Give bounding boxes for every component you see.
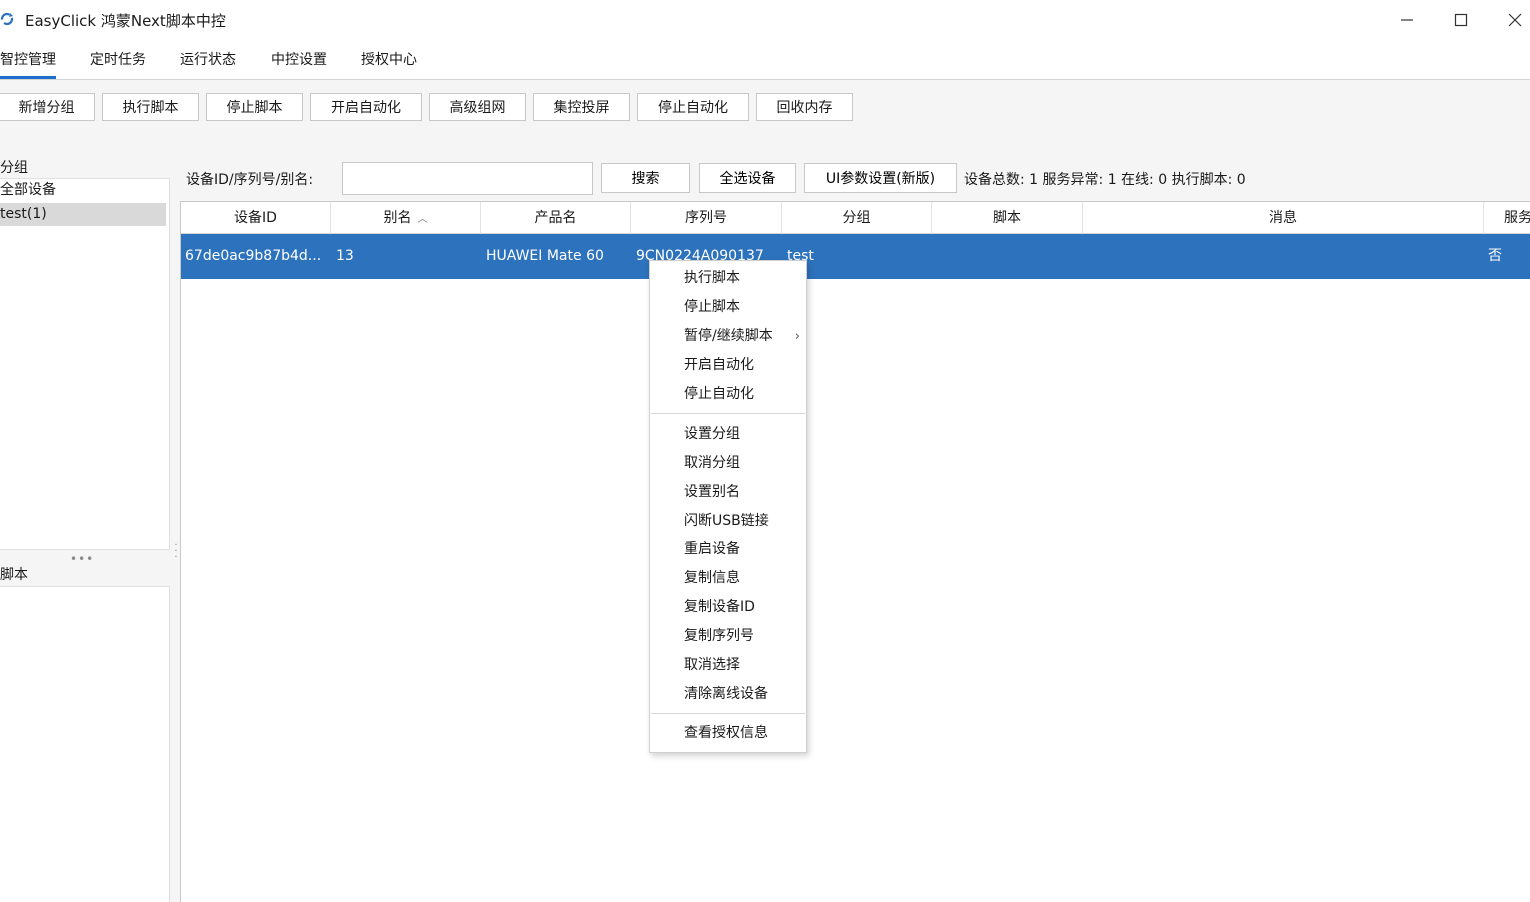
group-list: 全部设备 test(1) [0,178,170,550]
tab-scheduled-tasks[interactable]: 定时任务 [90,49,146,69]
maximize-button[interactable] [1434,0,1488,40]
menu-bar: 智控管理 定时任务 运行状态 中控设置 授权中心 [0,40,1530,80]
start-automation-button[interactable]: 开启自动化 [310,93,422,121]
menu-item-set-alias[interactable]: 设置别名 [650,478,806,507]
cell-alias: 13 [336,248,354,264]
chevron-right-icon: › [794,329,800,344]
splitter-grip-icon[interactable]: ••• [70,552,94,566]
context-menu: 执行脚本 停止脚本 暂停/继续脚本 › 开启自动化 停止自动化 设置分组 取消分… [649,260,807,753]
tab-smart-control[interactable]: 智控管理 [0,49,56,79]
group-item-all-devices[interactable]: 全部设备 [0,179,166,202]
cell-product: HUAWEI Mate 60 [486,248,604,264]
cell-device-id: 67de0ac9b87b4d... [185,248,322,264]
minimize-button[interactable] [1380,0,1434,40]
script-list [0,586,170,902]
stop-script-button[interactable]: 停止脚本 [206,93,303,121]
menu-item-view-license-info[interactable]: 查看授权信息 [650,719,806,748]
column-header-product[interactable]: 产品名 [481,202,631,234]
menu-item-pause-resume-script[interactable]: 暂停/继续脚本 › [650,322,806,351]
stop-automation-button[interactable]: 停止自动化 [637,93,749,121]
screen-cast-button[interactable]: 集控投屏 [533,93,630,121]
maximize-icon [1454,13,1468,27]
menu-item-stop-script[interactable]: 停止脚本 [650,293,806,322]
column-header-serial[interactable]: 序列号 [631,202,782,234]
main-area: 设备ID/序列号/别名: 搜索 全选设备 UI参数设置(新版) 设备总数: 1 … [178,140,1530,902]
menu-item-restart-device[interactable]: 重启设备 [650,535,806,564]
cell-script [937,234,1077,279]
search-input[interactable] [342,162,593,195]
tab-license-center[interactable]: 授权中心 [361,49,417,69]
title-bar: EasyClick 鸿蒙Next脚本中控 [0,0,1530,40]
close-button[interactable] [1488,0,1530,40]
script-panel-title: 脚本 [0,567,28,583]
column-header-script[interactable]: 脚本 [932,202,1083,234]
search-label: 设备ID/序列号/别名: [186,172,314,188]
menu-item-copy-device-id[interactable]: 复制设备ID [650,593,806,622]
toolbar: 新增分组 执行脚本 停止脚本 开启自动化 高级组网 集控投屏 停止自动化 回收内… [0,80,1530,140]
advanced-network-button[interactable]: 高级组网 [429,93,526,121]
column-header-device-id[interactable]: 设备ID [181,202,331,234]
menu-item-copy-info[interactable]: 复制信息 [650,564,806,593]
menu-item-cancel-selection[interactable]: 取消选择 [650,651,806,680]
device-table: 设备ID 别名 ︿ 产品名 序列号 分组 脚本 消息 服务 67de0ac9b87… [180,201,1530,902]
reclaim-memory-button[interactable]: 回收内存 [756,93,853,121]
left-panel: 分组 全部设备 test(1) ••• 脚本 [0,140,178,902]
menu-item-start-automation[interactable]: 开启自动化 [650,351,806,380]
column-header-alias[interactable]: 别名 ︿ [331,202,481,234]
run-script-button[interactable]: 执行脚本 [102,93,199,121]
menu-item-flash-usb[interactable]: 闪断USB链接 [650,507,806,536]
menu-item-stop-automation[interactable]: 停止自动化 [650,380,806,409]
menu-item-cancel-group[interactable]: 取消分组 [650,449,806,478]
column-header-service[interactable]: 服务 [1484,202,1530,234]
menu-item-copy-serial[interactable]: 复制序列号 [650,622,806,651]
column-header-group[interactable]: 分组 [782,202,932,234]
cell-group: test [787,248,814,264]
tab-control-settings[interactable]: 中控设置 [271,49,327,69]
menu-divider [651,713,805,714]
table-header: 设备ID 别名 ︿ 产品名 序列号 分组 脚本 消息 服务 [181,202,1530,234]
menu-item-run-script[interactable]: 执行脚本 [650,264,806,293]
window-title: EasyClick 鸿蒙Next脚本中控 [25,12,226,30]
group-panel-title: 分组 [0,160,28,176]
menu-item-set-group[interactable]: 设置分组 [650,420,806,449]
cell-message [1088,234,1478,279]
group-item-test[interactable]: test(1) [0,203,166,226]
table-row[interactable]: 67de0ac9b87b4d... 13 HUAWEI Mate 60 9CN0… [181,234,1530,279]
sort-ascending-icon: ︿ [417,214,428,225]
cell-service: 否 [1488,248,1502,264]
minimize-icon [1401,19,1413,21]
add-group-button[interactable]: 新增分组 [0,93,95,121]
refresh-app-icon [0,12,14,26]
search-button[interactable]: 搜索 [601,163,690,193]
menu-item-clear-offline-devices[interactable]: 清除离线设备 [650,680,806,709]
column-header-message[interactable]: 消息 [1083,202,1484,234]
menu-divider [651,413,805,414]
ui-params-settings-button[interactable]: UI参数设置(新版) [804,163,957,193]
select-all-devices-button[interactable]: 全选设备 [699,163,796,193]
tab-run-status[interactable]: 运行状态 [180,49,236,69]
close-icon [1508,13,1522,27]
device-stats: 设备总数: 1 服务异常: 1 在线: 0 执行脚本: 0 [964,172,1246,188]
